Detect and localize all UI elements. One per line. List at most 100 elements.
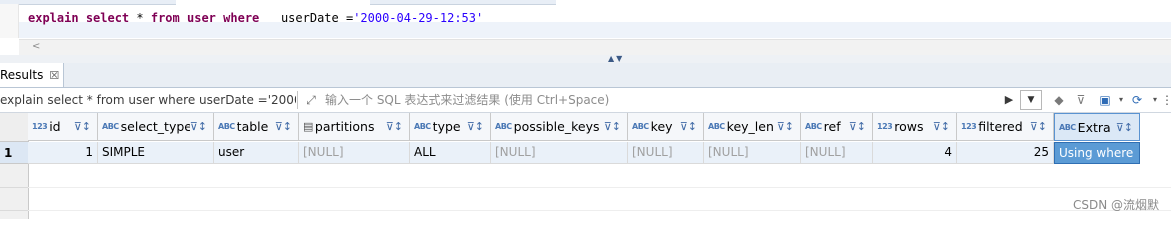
text-type-icon: ABC — [102, 122, 119, 131]
filter-sort-icon[interactable]: ⊽↕ — [386, 120, 403, 133]
sql-token: * — [129, 11, 151, 25]
results-tab-bar: Results ☒ — [0, 63, 1171, 88]
filter-separator — [297, 91, 298, 109]
link-icon[interactable]: ⟳ — [1128, 91, 1146, 109]
sql-token: where — [223, 11, 260, 25]
filter-sort-icon[interactable]: ⊽↕ — [933, 120, 950, 133]
column-header-id[interactable]: 123 id ⊽↕ — [28, 113, 98, 141]
cell-table[interactable]: user — [214, 142, 299, 164]
column-label: Extra — [1077, 119, 1111, 135]
column-label: key — [650, 119, 673, 134]
numeric-type-icon: 123 — [877, 122, 893, 131]
text-type-icon: ABC — [495, 122, 512, 131]
grid-corner[interactable] — [0, 113, 28, 142]
column-header-table[interactable]: ABC table ⊽↕ — [214, 113, 299, 141]
cell-select-type[interactable]: SIMPLE — [98, 142, 214, 164]
editor-tab-strip — [0, 0, 1171, 5]
sql-editor[interactable]: explain select * from user where userDat… — [0, 0, 1171, 59]
cell-extra[interactable]: Using where — [1054, 142, 1140, 164]
cell-partitions[interactable]: [NULL] — [299, 142, 410, 164]
column-label: select_type — [120, 119, 190, 134]
text-type-icon: ABC — [414, 122, 431, 131]
text-type-icon: ABC — [1059, 122, 1076, 132]
cell-rows[interactable]: 4 — [873, 142, 957, 164]
filter-sort-icon[interactable]: ⊽↕ — [467, 120, 484, 133]
text-type-icon: ABC — [708, 122, 725, 131]
expand-icon[interactable]: ⤢ — [302, 91, 320, 109]
more-icon[interactable]: ⋮ — [1158, 91, 1171, 109]
tab-results-label: Results — [0, 68, 44, 82]
filter-sort-icon[interactable]: ⊽↕ — [74, 120, 91, 133]
query-text: explain select * from user where userDat… — [0, 93, 296, 107]
watermark: CSDN @流烟默 — [1072, 198, 1159, 212]
cell-ref[interactable]: [NULL] — [801, 142, 873, 164]
column-header-possible-keys[interactable]: ABC possible_keys ⊽↕ — [491, 113, 628, 141]
sql-token: userDate = — [259, 11, 354, 25]
filter-sort-icon[interactable]: ⊽↕ — [190, 120, 207, 133]
cell-filtered[interactable]: 25 — [957, 142, 1054, 164]
cell-key-len[interactable]: [NULL] — [704, 142, 801, 164]
sql-token: from — [150, 11, 180, 25]
filter-settings-icon[interactable]: ⊽ — [1072, 91, 1090, 109]
editor-gutter — [0, 4, 19, 38]
column-header-rows[interactable]: 123 rows ⊽↕ — [873, 113, 957, 141]
row-number-empty — [0, 165, 28, 188]
empty-row — [28, 188, 1171, 211]
column-label: type — [432, 119, 461, 134]
sql-token: '2000-04-29-12:53' — [353, 11, 484, 25]
row-number-empty — [0, 188, 28, 211]
column-label: possible_keys — [513, 119, 600, 134]
text-type-icon: ABC — [632, 122, 649, 131]
filter-bar: explain select * from user where userDat… — [0, 88, 1171, 113]
filter-sort-icon[interactable]: ⊽↕ — [275, 120, 292, 133]
filter-sort-icon[interactable]: ⊽↕ — [1116, 121, 1133, 134]
numeric-type-icon: 123 — [961, 122, 977, 131]
text-type-icon: ABC — [218, 122, 235, 131]
column-label: rows — [894, 119, 924, 134]
filter-sort-icon[interactable]: ⊽↕ — [680, 120, 697, 133]
splitter-arrows-icon[interactable]: ▲▼ — [608, 54, 624, 63]
row-number[interactable]: 1 — [0, 142, 28, 164]
editor-horizontal-scrollbar[interactable]: < — [19, 39, 1171, 56]
filter-sort-icon[interactable]: ⊽↕ — [849, 120, 866, 133]
filter-sort-icon[interactable]: ⊽↕ — [777, 120, 794, 133]
filter-sort-icon[interactable]: ⊽↕ — [604, 120, 621, 133]
column-header-ref[interactable]: ABC ref ⊽↕ — [801, 113, 873, 141]
column-header-select-type[interactable]: ABC select_type ⊽↕ — [98, 113, 214, 141]
panel-splitter[interactable]: ▲▼ — [0, 54, 1171, 63]
history-dropdown-icon[interactable]: ▼ — [1020, 90, 1042, 110]
column-header-type[interactable]: ABC type ⊽↕ — [410, 113, 491, 141]
cell-key[interactable]: [NULL] — [628, 142, 704, 164]
filter-input[interactable]: 输入一个 SQL 表达式来过滤结果 (使用 Ctrl+Space) — [325, 91, 609, 109]
column-header-key[interactable]: ABC key ⊽↕ — [628, 113, 704, 141]
column-label: table — [236, 119, 269, 134]
sql-code-line[interactable]: explain select * from user where userDat… — [28, 9, 483, 27]
empty-row — [28, 165, 1171, 188]
document-type-icon: ▤ — [303, 120, 313, 133]
filter-sort-icon[interactable]: ⊽↕ — [1030, 120, 1047, 133]
cell-id[interactable]: 1 — [28, 142, 98, 164]
column-header-partitions[interactable]: ▤ partitions ⊽↕ — [299, 113, 410, 141]
eraser-icon[interactable]: ◆ — [1050, 91, 1068, 109]
column-label: id — [49, 119, 61, 134]
row-header-column: 1 — [0, 113, 29, 219]
column-header-extra[interactable]: ABC Extra ⊽↕ — [1054, 113, 1140, 141]
scroll-left-icon[interactable]: < — [32, 41, 40, 52]
column-label: ref — [823, 119, 841, 134]
tab-results[interactable]: Results ☒ — [0, 63, 65, 87]
sql-token: user — [187, 11, 216, 25]
column-header-key-len[interactable]: ABC key_len ⊽↕ — [704, 113, 801, 141]
sql-token: select — [85, 11, 130, 25]
column-label: key_len — [726, 119, 774, 134]
column-header-filtered[interactable]: 123 filtered ⊽↕ — [957, 113, 1054, 141]
run-filter-icon[interactable]: ▶ — [1000, 91, 1018, 109]
text-type-icon: ABC — [805, 122, 822, 131]
cell-possible-keys[interactable]: [NULL] — [491, 142, 628, 164]
results-grid[interactable]: 1 123 id ⊽↕ ABC select_type ⊽↕ ABC table ⊽↕ ▤ part… — [0, 113, 1171, 219]
sql-token: explain — [28, 11, 79, 25]
column-label: partitions — [314, 119, 375, 134]
close-icon[interactable]: ☒ — [49, 69, 59, 82]
cell-type[interactable]: ALL — [410, 142, 491, 164]
